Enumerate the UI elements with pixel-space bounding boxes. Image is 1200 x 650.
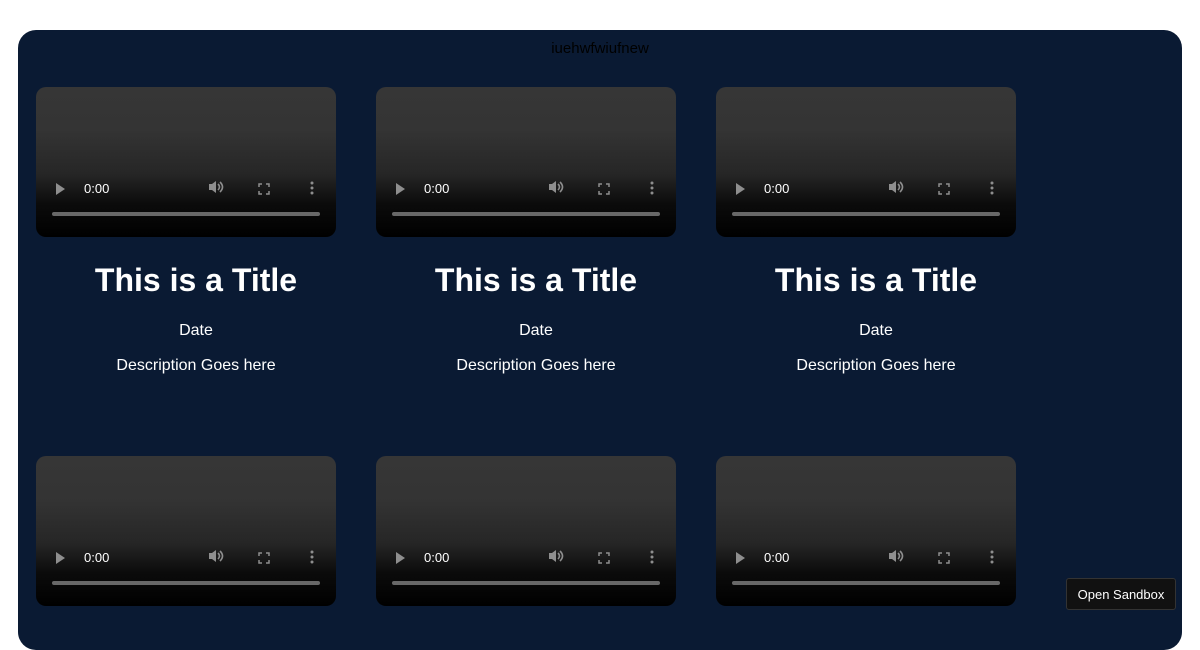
progress-bar[interactable]: [732, 581, 1000, 585]
card-title: This is a Title: [434, 262, 638, 298]
volume-icon[interactable]: [548, 549, 564, 563]
card-title: This is a Title: [774, 262, 978, 298]
video-time: 0:00: [764, 550, 790, 565]
card-description: Description Goes here: [796, 357, 956, 374]
video-player[interactable]: 0:00: [716, 456, 1016, 606]
card-description: Description Goes here: [116, 357, 276, 374]
fullscreen-icon[interactable]: [938, 552, 950, 564]
play-icon[interactable]: [396, 183, 405, 195]
volume-icon[interactable]: [548, 180, 564, 194]
card-title: This is a Title: [94, 262, 298, 298]
play-icon[interactable]: [396, 552, 405, 564]
open-sandbox-button[interactable]: Open Sandbox: [1066, 578, 1176, 610]
progress-bar[interactable]: [52, 581, 320, 585]
video-player[interactable]: 0:00: [376, 87, 676, 237]
more-options-icon[interactable]: [990, 181, 994, 195]
video-time: 0:00: [424, 550, 450, 565]
volume-icon[interactable]: [888, 549, 904, 563]
progress-bar[interactable]: [392, 581, 660, 585]
video-player[interactable]: 0:00: [36, 456, 336, 606]
card-date: Date: [179, 322, 213, 339]
volume-icon[interactable]: [208, 549, 224, 563]
volume-icon[interactable]: [208, 180, 224, 194]
video-time: 0:00: [424, 181, 450, 196]
page-title: iuehwfwiufnew: [551, 40, 649, 57]
play-icon[interactable]: [736, 552, 745, 564]
fullscreen-icon[interactable]: [598, 183, 610, 195]
card-date: Date: [519, 322, 553, 339]
more-options-icon[interactable]: [310, 550, 314, 564]
card-description: Description Goes here: [456, 357, 616, 374]
fullscreen-icon[interactable]: [598, 552, 610, 564]
video-time: 0:00: [84, 181, 110, 196]
play-icon[interactable]: [736, 183, 745, 195]
progress-bar[interactable]: [732, 212, 1000, 216]
video-player[interactable]: 0:00: [36, 87, 336, 237]
video-player[interactable]: 0:00: [716, 87, 1016, 237]
play-icon[interactable]: [56, 552, 65, 564]
video-time: 0:00: [764, 181, 790, 196]
card-date: Date: [859, 322, 893, 339]
video-player[interactable]: 0:00: [376, 456, 676, 606]
progress-bar[interactable]: [52, 212, 320, 216]
more-options-icon[interactable]: [990, 550, 994, 564]
fullscreen-icon[interactable]: [258, 552, 270, 564]
more-options-icon[interactable]: [310, 181, 314, 195]
volume-icon[interactable]: [888, 180, 904, 194]
video-time: 0:00: [84, 550, 110, 565]
more-options-icon[interactable]: [650, 181, 654, 195]
fullscreen-icon[interactable]: [258, 183, 270, 195]
play-icon[interactable]: [56, 183, 65, 195]
fullscreen-icon[interactable]: [938, 183, 950, 195]
more-options-icon[interactable]: [650, 550, 654, 564]
progress-bar[interactable]: [392, 212, 660, 216]
